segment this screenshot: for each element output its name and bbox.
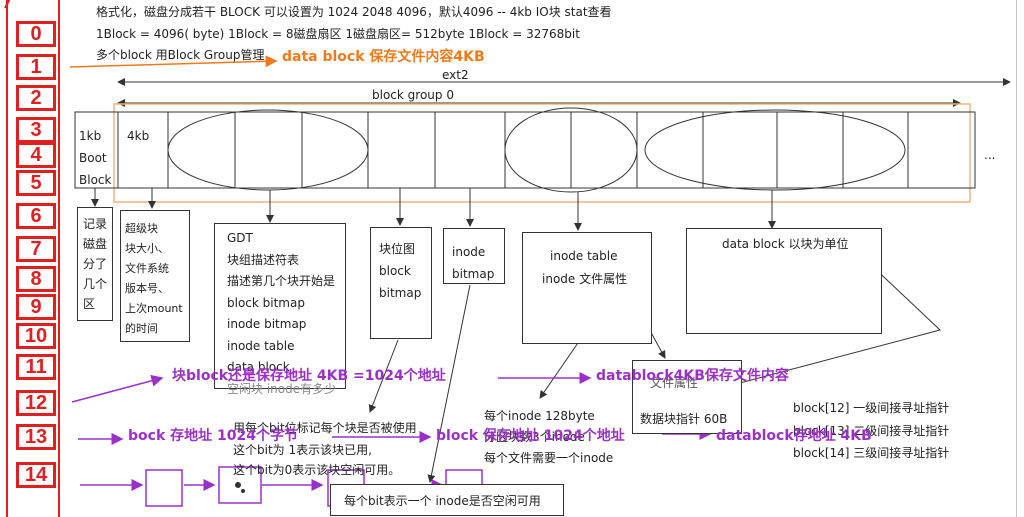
block-bitmap-line-3: bitmap bbox=[379, 286, 422, 300]
purple-note-row13-c: datablock存地址 4KB bbox=[716, 428, 872, 444]
block-group-label: block group 0 bbox=[372, 88, 454, 102]
inode-bitmap-line-2: bitmap bbox=[452, 267, 495, 281]
superblock-line-6: 的时间 bbox=[125, 322, 158, 335]
gdt-line-4: block bitmap bbox=[227, 295, 305, 310]
inode-table-title: inode table bbox=[550, 249, 618, 263]
superblock-line-4: 版本号、 bbox=[125, 282, 169, 295]
gdt-line-2: 块组描述符表 bbox=[227, 252, 300, 267]
purple-note-row11-b: datablock4KB保存文件内容 bbox=[596, 368, 789, 384]
block-bitmap-line-1: 块位图 bbox=[379, 242, 416, 256]
inode-explain-3: 每个文件需要一个inode bbox=[484, 451, 614, 465]
boot-block-label-3: Block bbox=[79, 173, 112, 187]
partition-line-4: 几个 bbox=[83, 277, 108, 291]
inode-bitmap-panel: inode bitmap bbox=[443, 228, 505, 284]
purple-note-row11-a: 块block还是保存地址 4KB =1024个地址 bbox=[172, 368, 446, 384]
inode-explain-1: 每个inode 128byte bbox=[484, 409, 595, 423]
boot-block-label-2: Boot bbox=[79, 151, 107, 165]
bitmap-explain-2: 这个bit为 1表示该块已用, bbox=[233, 443, 372, 457]
superblock-line-1: 超级块 bbox=[125, 222, 158, 235]
indirect-pointer-3: block[14] 三级间接寻址指针 bbox=[793, 446, 950, 460]
partition-panel: 记录 磁盘 分了 几个 区 bbox=[77, 207, 113, 321]
partition-line-2: 磁盘 bbox=[83, 237, 108, 251]
block-bitmap-panel: 块位图 block bitmap bbox=[370, 227, 432, 339]
superblock-line-3: 文件系统 bbox=[125, 262, 169, 275]
super-block-size: 4kb bbox=[127, 129, 150, 143]
superblock-line-5: 上次mount bbox=[125, 302, 183, 315]
block-bitmap-line-2: block bbox=[379, 264, 411, 278]
partition-line-1: 记录 bbox=[83, 217, 108, 231]
indirect-pointer-1: block[12] 一级间接寻址指针 bbox=[793, 401, 950, 415]
gdt-line-6: inode table bbox=[227, 338, 295, 353]
gdt-line-1: GDT bbox=[227, 231, 253, 245]
purple-note-row13-a: bock 存地址 1024个字节 bbox=[128, 428, 298, 444]
data-block-panel-title: data block 以块为单位 bbox=[722, 237, 849, 251]
partition-line-5: 区 bbox=[83, 297, 96, 311]
inode-bitmap-explain: 每个bit表示一个 inode是否空闲可用 bbox=[344, 494, 541, 508]
ext2-label: ext2 bbox=[442, 68, 469, 82]
bitmap-explain-3: 这个bit为0表示该块空闲可用。 bbox=[233, 463, 401, 477]
superblock-panel: 超级块 块大小、 文件系统 版本号、 上次mount 的时间 bbox=[120, 210, 190, 342]
superblock-line-2: 块大小、 bbox=[125, 242, 169, 255]
more-blocks-ellipsis: ... bbox=[984, 148, 996, 162]
partition-line-3: 分了 bbox=[83, 257, 108, 271]
inode-attr-row: inode 文件属性 bbox=[542, 272, 628, 286]
boot-block-label-1: 1kb bbox=[79, 129, 102, 143]
gdt-panel: GDT 块组描述符表 描述第几个块开始是 block bitmap inode … bbox=[214, 223, 346, 396]
gdt-line-3: 描述第几个块开始是 bbox=[227, 274, 336, 288]
inode-bitmap-line-1: inode bbox=[452, 245, 486, 259]
gdt-line-5: inode bitmap bbox=[227, 317, 307, 331]
purple-note-row13-b: block 保存地址 1024个地址 bbox=[436, 428, 625, 444]
file-attr-pointer-row: 数据块指针 60B bbox=[640, 412, 728, 426]
